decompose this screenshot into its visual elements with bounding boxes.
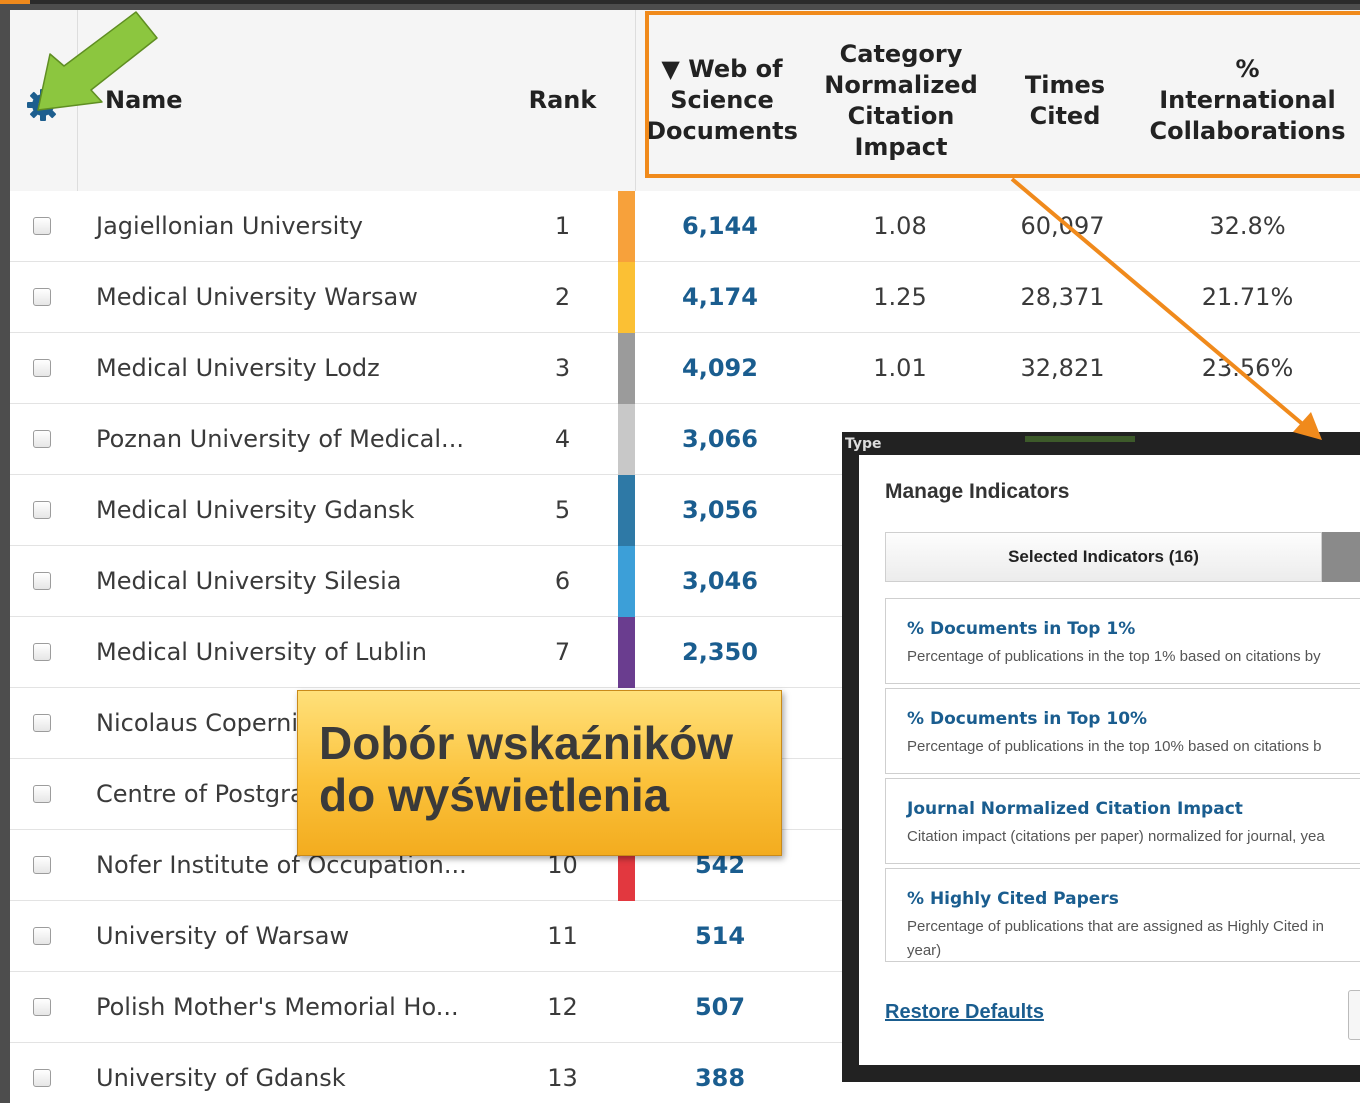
wos-documents-value[interactable]: 2,350 (650, 617, 790, 687)
intl-collab-value: 32.8% (1209, 212, 1286, 240)
top-bar (0, 0, 1360, 4)
indicator-title[interactable]: Journal Normalized Citation Impact (907, 799, 1243, 819)
rank-value: 7 (554, 638, 571, 666)
indicator-description-line: Percentage of publications that are assi… (907, 918, 1324, 935)
row-checkbox[interactable] (33, 714, 51, 732)
indicator-item[interactable]: % Documents in Top 10% Percentage of pub… (885, 688, 1360, 774)
indicator-description-line: year) (907, 942, 942, 959)
wos-documents-value[interactable]: 3,066 (650, 404, 790, 474)
intl-collab-value: 21.71% (1201, 283, 1294, 311)
row-checkbox[interactable] (33, 1069, 51, 1087)
header-divider (635, 10, 636, 191)
institution-name[interactable]: Medical University Lodz (96, 333, 380, 403)
color-swatch (618, 404, 635, 475)
row-checkbox[interactable] (33, 927, 51, 945)
rank-value: 2 (554, 283, 571, 311)
table-row[interactable]: Jagiellonian University 1 6,144 1.08 60,… (10, 191, 1360, 262)
rank-value: 4 (554, 425, 571, 453)
indicator-item[interactable]: % Highly Cited Papers Percentage of publ… (885, 868, 1360, 962)
color-swatch (618, 333, 635, 404)
institution-name[interactable]: Medical University Gdansk (96, 475, 414, 545)
row-checkbox[interactable] (33, 288, 51, 306)
color-swatch (618, 475, 635, 546)
row-checkbox[interactable] (33, 572, 51, 590)
institution-name[interactable]: Centre of Postgra (96, 759, 305, 829)
indicator-title[interactable]: % Documents in Top 1% (907, 619, 1135, 639)
indicator-title[interactable]: % Documents in Top 10% (907, 709, 1147, 729)
institution-name[interactable]: University of Warsaw (96, 901, 349, 971)
indicator-description: Percentage of publications in the top 10… (907, 738, 1322, 755)
wos-documents-value[interactable]: 3,056 (650, 475, 790, 545)
intl-collab-value: 23.56% (1201, 354, 1294, 382)
institution-name[interactable]: Medical University Silesia (96, 546, 401, 616)
color-swatch (618, 546, 635, 617)
institution-name[interactable]: Poznan University of Medical... (96, 404, 464, 474)
rank-value: 3 (554, 354, 571, 382)
institution-name[interactable]: Nicolaus Coperni (96, 688, 298, 758)
row-checkbox[interactable] (33, 501, 51, 519)
callout-line-1: Dobór wskaźników (319, 717, 734, 769)
indicator-title[interactable]: % Highly Cited Papers (907, 889, 1119, 909)
indicator-description: Citation impact (citations per paper) no… (907, 828, 1325, 845)
wos-documents-value[interactable]: 388 (650, 1043, 790, 1103)
row-checkbox[interactable] (33, 998, 51, 1016)
institution-name[interactable]: Medical University of Lublin (96, 617, 427, 687)
header-divider (77, 10, 78, 191)
rank-value: 6 (554, 567, 571, 595)
row-checkbox[interactable] (33, 643, 51, 661)
annotation-callout: Dobór wskaźników do wyświetlenia (297, 690, 782, 856)
tab-available-indicators[interactable] (1322, 532, 1360, 582)
column-header-rank[interactable]: Rank (520, 10, 605, 191)
table-row[interactable]: Medical University Warsaw 2 4,174 1.25 2… (10, 262, 1360, 333)
table-row[interactable]: Medical University Lodz 3 4,092 1.01 32,… (10, 333, 1360, 404)
indicator-description: Percentage of publications in the top 1%… (907, 648, 1321, 665)
row-checkbox[interactable] (33, 217, 51, 235)
top-accent (0, 0, 30, 4)
indicator-columns-highlight (645, 11, 1360, 178)
column-header-name[interactable]: Name (105, 10, 405, 191)
row-checkbox[interactable] (33, 785, 51, 803)
dialog-action-button[interactable] (1348, 990, 1360, 1040)
rank-value: 13 (547, 1064, 578, 1092)
background-bar (1025, 436, 1135, 442)
row-checkbox[interactable] (33, 430, 51, 448)
institution-name[interactable]: Jagiellonian University (96, 191, 363, 261)
indicator-item[interactable]: % Documents in Top 1% Percentage of publ… (885, 598, 1360, 684)
manage-indicators-dialog: Manage Indicators Selected Indicators (1… (859, 455, 1360, 1065)
wos-documents-value[interactable]: 6,144 (650, 191, 790, 261)
indicator-item[interactable]: Journal Normalized Citation Impact Citat… (885, 778, 1360, 864)
color-swatch (618, 191, 635, 262)
indicator-description: Percentage of publications that are assi… (907, 915, 1324, 963)
times-cited-value: 32,821 (1020, 354, 1105, 382)
callout-line-2: do wyświetlenia (319, 769, 670, 821)
tab-selected-indicators[interactable]: Selected Indicators (16) (885, 532, 1322, 582)
rank-value: 11 (547, 922, 578, 950)
color-swatch (618, 617, 635, 688)
rank-value: 12 (547, 993, 578, 1021)
wos-documents-value[interactable]: 4,174 (650, 262, 790, 332)
wos-documents-value[interactable]: 4,092 (650, 333, 790, 403)
restore-defaults-link[interactable]: Restore Defaults (885, 1001, 1044, 1024)
wos-documents-value[interactable]: 514 (650, 901, 790, 971)
background-type-label: Type (845, 436, 882, 452)
institution-name[interactable]: Medical University Warsaw (96, 262, 418, 332)
institution-name[interactable]: University of Gdansk (96, 1043, 346, 1103)
gear-icon[interactable] (26, 88, 60, 122)
rank-value: 1 (554, 212, 571, 240)
cnci-value: 1.01 (873, 354, 927, 382)
wos-documents-value[interactable]: 507 (650, 972, 790, 1042)
institution-name[interactable]: Polish Mother's Memorial Ho... (96, 972, 459, 1042)
color-swatch (618, 262, 635, 333)
cnci-value: 1.08 (873, 212, 927, 240)
rank-value: 5 (554, 496, 571, 524)
times-cited-value: 60,097 (1020, 212, 1105, 240)
cnci-value: 1.25 (873, 283, 927, 311)
wos-documents-value[interactable]: 3,046 (650, 546, 790, 616)
row-checkbox[interactable] (33, 359, 51, 377)
times-cited-value: 28,371 (1020, 283, 1105, 311)
dialog-title: Manage Indicators (885, 480, 1070, 503)
row-checkbox[interactable] (33, 856, 51, 874)
